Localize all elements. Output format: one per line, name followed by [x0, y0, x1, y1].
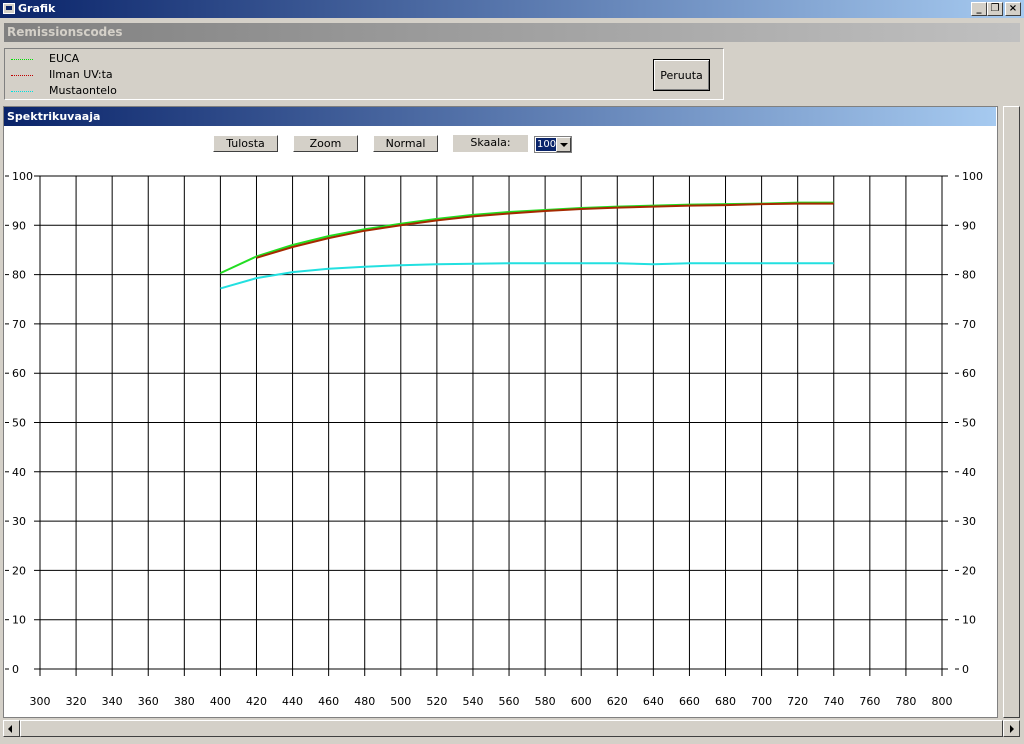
x-tick-label: 700: [751, 695, 772, 708]
y-tick-label-right: 80: [962, 269, 976, 282]
y-tick-label-left: 100: [12, 170, 33, 183]
vertical-scroll-thumb[interactable]: [1003, 106, 1020, 718]
x-tick-label: 320: [66, 695, 87, 708]
horizontal-scrollbar[interactable]: [3, 720, 1020, 737]
scroll-left-button[interactable]: [3, 720, 20, 737]
y-tick-label-left: 70: [12, 318, 26, 331]
y-tick-label-left: 60: [12, 367, 26, 380]
y-tick-label-right: 0: [962, 663, 969, 676]
spectrum-chart: 300 320 340 360 380 400 420 440 460 480 500 520 540 5…: [5, 170, 983, 708]
x-tick-label: 440: [282, 695, 303, 708]
x-tick-label: 560: [499, 695, 520, 708]
y-tick-label-left: 90: [12, 219, 26, 232]
x-tick-label: 720: [787, 695, 808, 708]
x-tick-label: 760: [859, 695, 880, 708]
x-tick-label: 300: [30, 695, 51, 708]
y-tick-label-right: 30: [962, 515, 976, 528]
series-line-3: [220, 262, 834, 290]
y-tick-label-right: 90: [962, 219, 976, 232]
x-tick-label: 380: [174, 695, 195, 708]
y-tick-label-left: 0: [12, 663, 19, 676]
x-tick-label: 480: [354, 695, 375, 708]
x-tick-label: 640: [643, 695, 664, 708]
y-tick-label-left: 50: [12, 417, 26, 430]
y-tick-label-left: 10: [12, 614, 26, 627]
x-tick-label: 680: [715, 695, 736, 708]
vertical-scrollbar[interactable]: [1003, 106, 1020, 718]
x-tick-label: 740: [823, 695, 844, 708]
y-tick-label-right: 20: [962, 564, 976, 577]
scroll-right-button[interactable]: [1003, 720, 1020, 737]
x-tick-label: 340: [102, 695, 123, 708]
close-button[interactable]: ×: [1005, 2, 1021, 16]
x-tick-label: 780: [895, 695, 916, 708]
y-tick-label-left: 40: [12, 466, 26, 479]
y-tick-label-right: 100: [962, 170, 983, 183]
x-tick-label: 360: [138, 695, 159, 708]
y-tick-label-right: 60: [962, 367, 976, 380]
y-tick-label-right: 40: [962, 466, 976, 479]
y-tick-label-right: 10: [962, 614, 976, 627]
x-tick-label: 520: [426, 695, 447, 708]
x-tick-label: 620: [607, 695, 628, 708]
y-tick-label-right: 70: [962, 318, 976, 331]
horizontal-scroll-thumb[interactable]: [20, 720, 1003, 737]
y-tick-label-left: 20: [12, 564, 26, 577]
x-tick-label: 420: [246, 695, 267, 708]
y-tick-label-left: 30: [12, 515, 26, 528]
x-tick-label: 460: [318, 695, 339, 708]
x-tick-label: 540: [462, 695, 483, 708]
x-tick-label: 580: [535, 695, 556, 708]
x-tick-label: 600: [571, 695, 592, 708]
x-tick-label: 800: [932, 695, 953, 708]
x-tick-label: 500: [390, 695, 411, 708]
x-tick-label: 660: [679, 695, 700, 708]
y-tick-label-left: 80: [12, 269, 26, 282]
y-tick-label-right: 50: [962, 417, 976, 430]
x-tick-label: 400: [210, 695, 231, 708]
